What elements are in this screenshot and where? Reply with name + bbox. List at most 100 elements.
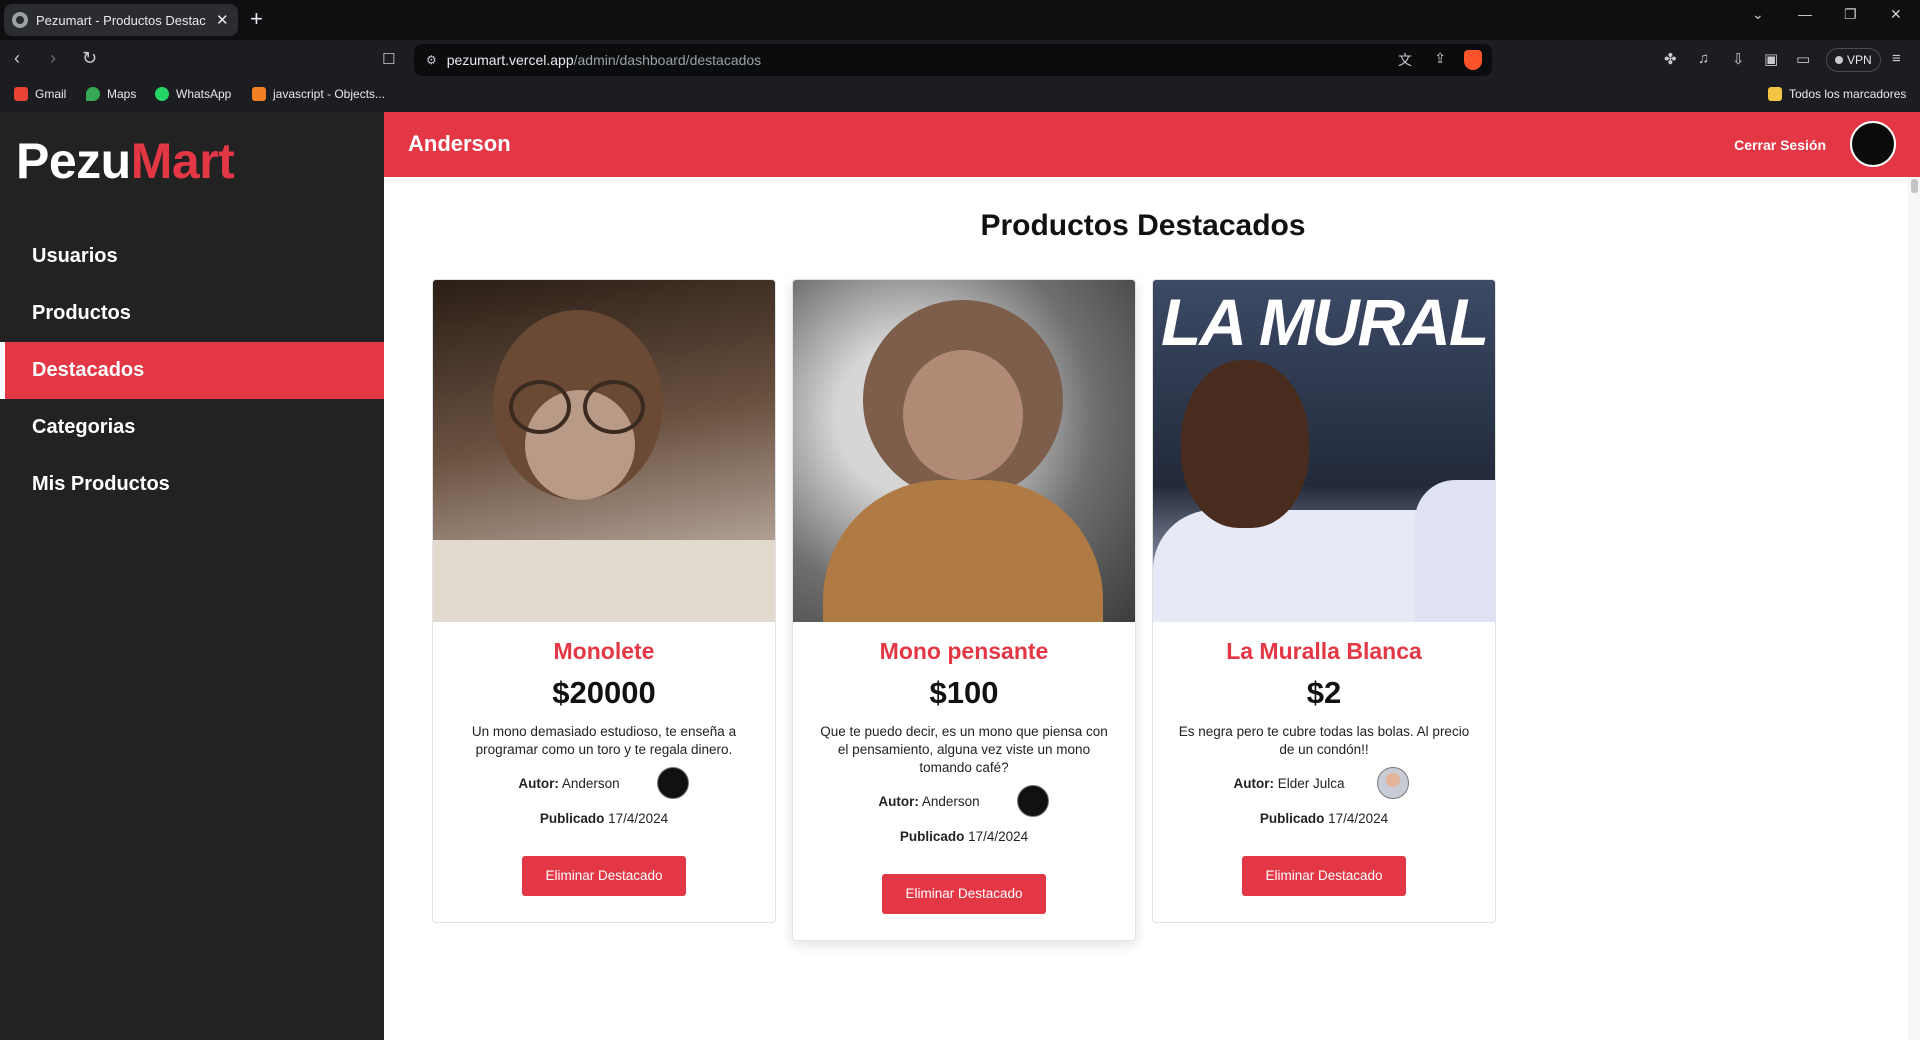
sidebar-item-destacados[interactable]: Destacados: [0, 342, 384, 399]
tab-title: Pezumart - Productos Destacados: [36, 12, 206, 28]
remove-featured-button[interactable]: Eliminar Destacado: [522, 856, 686, 896]
product-description: Que te puedo decir, es un mono que piens…: [820, 724, 1108, 775]
product-image: [793, 280, 1135, 622]
author-text: Autor: Elder Julca: [1165, 776, 1483, 791]
new-tab-button[interactable]: +: [250, 7, 263, 31]
sidebar-item-categorias[interactable]: Categorias: [0, 399, 384, 456]
logout-button[interactable]: Cerrar Sesión: [1734, 137, 1826, 153]
bookmark-stackoverflow[interactable]: javascript - Objects...: [252, 87, 385, 101]
gmail-icon: [14, 87, 28, 101]
username: Anderson: [408, 131, 511, 156]
author-label: Autor:: [1233, 776, 1274, 791]
bookmark-gmail[interactable]: Gmail: [14, 87, 66, 101]
logo-part-1: Pezu: [16, 133, 131, 189]
product-card: Monolete $20000 Un mono demasiado estudi…: [432, 279, 776, 923]
globe-icon: [12, 12, 28, 28]
published-label: Publicado: [899, 829, 965, 844]
bookmark-maps[interactable]: Maps: [86, 87, 136, 101]
image-caption: LA MURAL: [1161, 285, 1489, 359]
product-name: Mono pensante: [879, 638, 1049, 664]
author-text: Autor: Anderson: [805, 794, 1123, 809]
top-header: Anderson Cerrar Sesión: [384, 112, 1920, 177]
folder-icon: [1768, 87, 1782, 101]
menu-icon[interactable]: ≡: [1892, 50, 1901, 67]
main-content: Productos Destacados Monolete $20000 Un …: [384, 177, 1920, 1040]
address-bar[interactable]: ⚙ pezumart.vercel.app /admin/dashboard/d…: [414, 44, 1492, 76]
author-label: Autor:: [518, 776, 559, 791]
remove-featured-button[interactable]: Eliminar Destacado: [1242, 856, 1406, 896]
author-row: Autor: Anderson: [805, 785, 1123, 819]
author-text: Autor: Anderson: [445, 776, 763, 791]
whatsapp-icon: [155, 87, 169, 101]
site-info-icon[interactable]: ⚙: [426, 53, 437, 67]
bookmark-page-icon[interactable]: ☐: [382, 50, 395, 68]
author-avatar: [1017, 785, 1049, 817]
translate-icon[interactable]: 文: [1398, 50, 1412, 70]
stackoverflow-icon: [252, 87, 266, 101]
sidebar-item-productos[interactable]: Productos: [0, 285, 384, 342]
author-name: Anderson: [921, 794, 980, 809]
product-card: LA MURAL La Muralla Blanca $2 Es negra p…: [1152, 279, 1496, 923]
product-name: La Muralla Blanca: [1226, 638, 1422, 664]
extensions-icon[interactable]: ✤: [1664, 50, 1677, 68]
published-date: Publicado 17/4/2024: [805, 829, 1123, 844]
reload-icon[interactable]: ↻: [82, 48, 97, 69]
scrollbar-thumb[interactable]: [1911, 179, 1918, 193]
user-avatar[interactable]: [1850, 121, 1896, 167]
maps-icon: [86, 87, 100, 101]
wallet-icon[interactable]: ▭: [1796, 50, 1810, 68]
sidebar-item-usuarios[interactable]: Usuarios: [0, 228, 384, 285]
sidebar-menu: Usuarios Productos Destacados Categorias…: [0, 228, 384, 513]
close-tab-icon[interactable]: ✕: [216, 11, 229, 29]
product-price: $100: [929, 675, 999, 710]
bookmark-label: WhatsApp: [176, 87, 232, 101]
logo[interactable]: PezuMart: [16, 132, 235, 190]
product-price: $2: [1306, 675, 1342, 710]
sidebar-toggle-icon[interactable]: ▣: [1764, 50, 1778, 68]
author-avatar: [1377, 767, 1409, 799]
author-name: Anderson: [561, 776, 620, 791]
browser-tab[interactable]: Pezumart - Productos Destacados ✕: [4, 4, 238, 36]
remove-featured-button[interactable]: Eliminar Destacado: [882, 874, 1046, 914]
minimize-icon[interactable]: —: [1798, 6, 1812, 22]
vpn-status-icon: [1835, 56, 1843, 64]
sidebar: PezuMart Usuarios Productos Destacados C…: [0, 112, 384, 1040]
author-row: Autor: Elder Julca: [1165, 767, 1483, 801]
author-name: Elder Julca: [1277, 776, 1345, 791]
share-icon[interactable]: ⇪: [1434, 50, 1446, 67]
sidebar-item-mis-productos[interactable]: Mis Productos: [0, 456, 384, 513]
author-row: Autor: Anderson: [445, 767, 763, 801]
restore-icon[interactable]: ❐: [1844, 6, 1857, 23]
product-description: Un mono demasiado estudioso, te enseña a…: [471, 724, 737, 757]
product-price: $20000: [552, 675, 656, 710]
all-bookmarks-label: Todos los marcadores: [1789, 87, 1907, 101]
page-title: Productos Destacados: [980, 209, 1306, 242]
bookmark-label: javascript - Objects...: [273, 87, 386, 101]
bookmarks-bar: Gmail Maps WhatsApp javascript - Objects…: [0, 80, 1920, 112]
close-window-icon[interactable]: ✕: [1890, 6, 1902, 23]
media-icon[interactable]: ♫: [1698, 50, 1709, 67]
back-icon[interactable]: ‹: [14, 48, 20, 69]
vpn-label: VPN: [1847, 53, 1872, 67]
scrollbar[interactable]: [1908, 177, 1920, 1040]
product-name: Monolete: [553, 638, 655, 664]
vpn-button[interactable]: VPN: [1826, 48, 1881, 72]
product-card: Mono pensante $100 Que te puedo decir, e…: [792, 279, 1136, 941]
published-label: Publicado: [1259, 811, 1325, 826]
published-label: Publicado: [539, 811, 605, 826]
download-icon[interactable]: ⇩: [1732, 50, 1745, 68]
tab-search-icon[interactable]: ⌄: [1752, 6, 1764, 23]
logo-part-2: Mart: [130, 133, 235, 189]
author-avatar: [657, 767, 689, 799]
brave-shield-icon[interactable]: [1464, 50, 1482, 70]
url-path: /admin/dashboard/destacados: [573, 52, 762, 68]
all-bookmarks[interactable]: Todos los marcadores: [1768, 87, 1906, 101]
published-value: 17/4/2024: [608, 811, 669, 826]
bookmark-whatsapp[interactable]: WhatsApp: [155, 87, 231, 101]
url-host: pezumart.vercel.app: [446, 52, 574, 68]
forward-icon[interactable]: ›: [50, 48, 56, 69]
published-date: Publicado 17/4/2024: [445, 811, 763, 826]
product-description: Es negra pero te cubre todas las bolas. …: [1178, 724, 1470, 757]
bookmark-label: Maps: [107, 87, 137, 101]
browser-tab-bar: Pezumart - Productos Destacados ✕ + ⌄ — …: [0, 0, 1920, 40]
